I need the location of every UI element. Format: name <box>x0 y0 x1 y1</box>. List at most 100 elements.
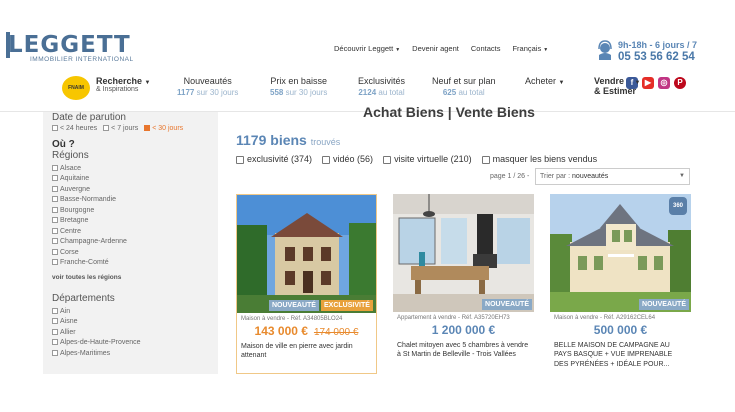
filter-masquer-vendus[interactable]: masquer les biens vendus <box>481 154 597 164</box>
interior-photo <box>393 194 534 312</box>
topnav-devenir-agent[interactable]: Devenir agent <box>412 44 459 53</box>
filter-sidebar: Date de parution < 24 heures < 7 jours <… <box>43 112 218 374</box>
property-card[interactable]: NOUVEAUTÉ EXCLUSIVITÉ Maison à vendre - … <box>236 194 377 374</box>
quick-filters: exclusivité (374) vidéo (56) visite virt… <box>236 154 597 164</box>
checkbox-icon <box>52 185 58 192</box>
property-photo[interactable]: NOUVEAUTÉ EXCLUSIVITÉ <box>237 195 376 313</box>
date-title: Date de parution <box>52 112 126 123</box>
department-item[interactable]: Alpes-Maritimes <box>52 350 209 357</box>
checkbox-icon <box>52 328 58 335</box>
nav-recherche-label: Recherche ▼ <box>96 76 151 86</box>
old-price: 174 000 € <box>313 327 359 338</box>
department-item[interactable]: Ain <box>52 308 209 315</box>
headset-icon <box>598 40 612 60</box>
leggett-logo[interactable]: LEGGETT IMMOBILIER INTERNATIONAL <box>6 32 134 63</box>
checkbox-icon <box>52 238 58 245</box>
nav-vendre-label: Vendre <box>594 76 625 86</box>
filter-visite-virtuelle[interactable]: visite virtuelle (210) <box>383 154 472 164</box>
results-count: 1179 biens trouvés <box>236 132 341 148</box>
checkbox-icon <box>52 248 58 255</box>
region-item[interactable]: Centre <box>52 228 209 235</box>
checkbox-icon <box>103 125 110 132</box>
nav-neuf-count: 625 au total <box>442 88 485 97</box>
region-item[interactable]: Aquitaine <box>52 175 209 182</box>
checkbox-checked-icon <box>144 125 151 132</box>
department-item[interactable]: Aisne <box>52 318 209 325</box>
region-item[interactable]: Basse-Normandie <box>52 196 209 203</box>
nav-prix-label: Prix en baisse <box>270 76 327 86</box>
checkbox-icon <box>52 318 58 325</box>
topnav-contacts[interactable]: Contacts <box>471 44 501 53</box>
filter-video[interactable]: vidéo (56) <box>322 154 373 164</box>
date-options: < 24 heures < 7 jours < 30 jours <box>52 125 209 132</box>
top-nav: Découvrir Leggett Devenir agent Contacts… <box>334 44 548 53</box>
nav-prix-count: 558 sur 30 jours <box>270 88 328 97</box>
property-desc[interactable]: Chalet mitoyen avec 5 chambres à vendre … <box>397 341 530 360</box>
checkbox-icon <box>322 155 331 164</box>
checkbox-icon <box>52 307 58 314</box>
nav-recherche[interactable]: Recherche ▼ & Inspirations <box>96 76 151 93</box>
department-item[interactable]: Allier <box>52 329 209 336</box>
departments-title: Départements <box>52 293 115 304</box>
property-ref: Maison à vendre - Réf. A29162CEL64 <box>554 315 656 321</box>
filter-exclusivite[interactable]: exclusivité (374) <box>236 154 312 164</box>
property-photo[interactable]: NOUVEAUTÉ <box>393 194 534 312</box>
property-desc[interactable]: Maison de ville en pierre avec jardin at… <box>241 342 372 361</box>
nav-nouveautes-label: Nouveautés <box>183 76 232 86</box>
property-ref: Appartement à vendre - Réf. A35720EH73 <box>397 315 510 321</box>
property-photo[interactable]: 360 NOUVEAUTÉ <box>550 194 691 312</box>
checkbox-icon <box>52 164 58 171</box>
checkbox-icon <box>52 349 58 356</box>
see-all-regions-link[interactable]: voir toutes les régions <box>52 274 209 281</box>
date-opt-24h[interactable]: < 24 heures <box>52 125 97 132</box>
page-title: Achat Biens | Vente Biens <box>363 104 535 120</box>
checkbox-icon <box>52 227 58 234</box>
badge-exclusivite: EXCLUSIVITÉ <box>321 300 373 311</box>
checkbox-icon <box>52 196 58 203</box>
phone-number[interactable]: 05 53 56 62 54 <box>618 51 726 63</box>
date-opt-30d[interactable]: < 30 jours <box>144 125 183 132</box>
nav-prix-en-baisse[interactable]: Prix en baisse 558 sur 30 jours <box>270 76 327 97</box>
date-opt-7d[interactable]: < 7 jours <box>103 125 138 132</box>
region-item[interactable]: Bourgogne <box>52 207 209 214</box>
department-item[interactable]: Alpes-de-Haute-Provence <box>52 339 209 346</box>
nav-nouveautes[interactable]: Nouveautés 1177 sur 30 jours <box>177 76 238 97</box>
checkbox-icon <box>236 155 244 164</box>
nav-acheter-label: Acheter <box>525 76 557 86</box>
nav-exclusivites-label: Exclusivités <box>358 76 406 86</box>
nav-exclusivites[interactable]: Exclusivités 2124 au total <box>358 76 405 97</box>
property-card[interactable]: NOUVEAUTÉ Appartement à vendre - Réf. A3… <box>393 194 534 374</box>
language-selector[interactable]: Français <box>512 44 548 53</box>
region-item[interactable]: Franche-Comté <box>52 259 209 266</box>
regions-list: Alsace Aquitaine Auvergne Basse-Normandi… <box>52 165 209 266</box>
house-photo <box>237 195 376 313</box>
chevron-down-icon: ▼ <box>558 80 565 86</box>
site-header: LEGGETT IMMOBILIER INTERNATIONAL Découvr… <box>0 26 735 112</box>
nav-vendre[interactable]: Vendre ▼ & Estimer <box>594 76 640 96</box>
logo-text: LEGGETT <box>8 32 131 58</box>
where-title: Où ? <box>52 139 75 150</box>
fnaim-logo: FNAIM <box>62 76 90 100</box>
property-card[interactable]: 360 NOUVEAUTÉ Maison à vendre - Réf. A29… <box>550 194 691 374</box>
nav-recherche-sub: & Inspirations <box>96 86 139 93</box>
checkbox-icon <box>52 125 58 132</box>
nav-neuf[interactable]: Neuf et sur plan 625 au total <box>432 76 496 97</box>
region-item[interactable]: Bretagne <box>52 217 209 224</box>
regions-title: Régions <box>52 150 89 161</box>
page-indicator: page 1 / 26 - <box>490 173 530 180</box>
region-item[interactable]: Champagne-Ardenne <box>52 238 209 245</box>
opening-hours: 9h-18h - 6 jours / 7 <box>618 40 698 50</box>
property-price: 143 000 €174 000 € <box>254 324 359 338</box>
nav-acheter[interactable]: Acheter ▼ <box>525 76 565 86</box>
topnav-decouvrir[interactable]: Découvrir Leggett <box>334 44 400 53</box>
property-desc[interactable]: BELLE MAISON DE CAMPAGNE AU PAYS BASQUE … <box>554 341 687 369</box>
checkbox-icon <box>52 339 58 346</box>
region-item[interactable]: Alsace <box>52 165 209 172</box>
nav-nouveautes-count: 1177 sur 30 jours <box>177 88 239 97</box>
region-item[interactable]: Corse <box>52 249 209 256</box>
badge-nouveaute: NOUVEAUTÉ <box>482 299 532 310</box>
sort-select[interactable]: Trier par : nouveautés <box>535 168 690 185</box>
virtual-tour-icon[interactable]: 360 <box>669 197 687 215</box>
badge-nouveaute: NOUVEAUTÉ <box>269 300 319 311</box>
region-item[interactable]: Auvergne <box>52 186 209 193</box>
